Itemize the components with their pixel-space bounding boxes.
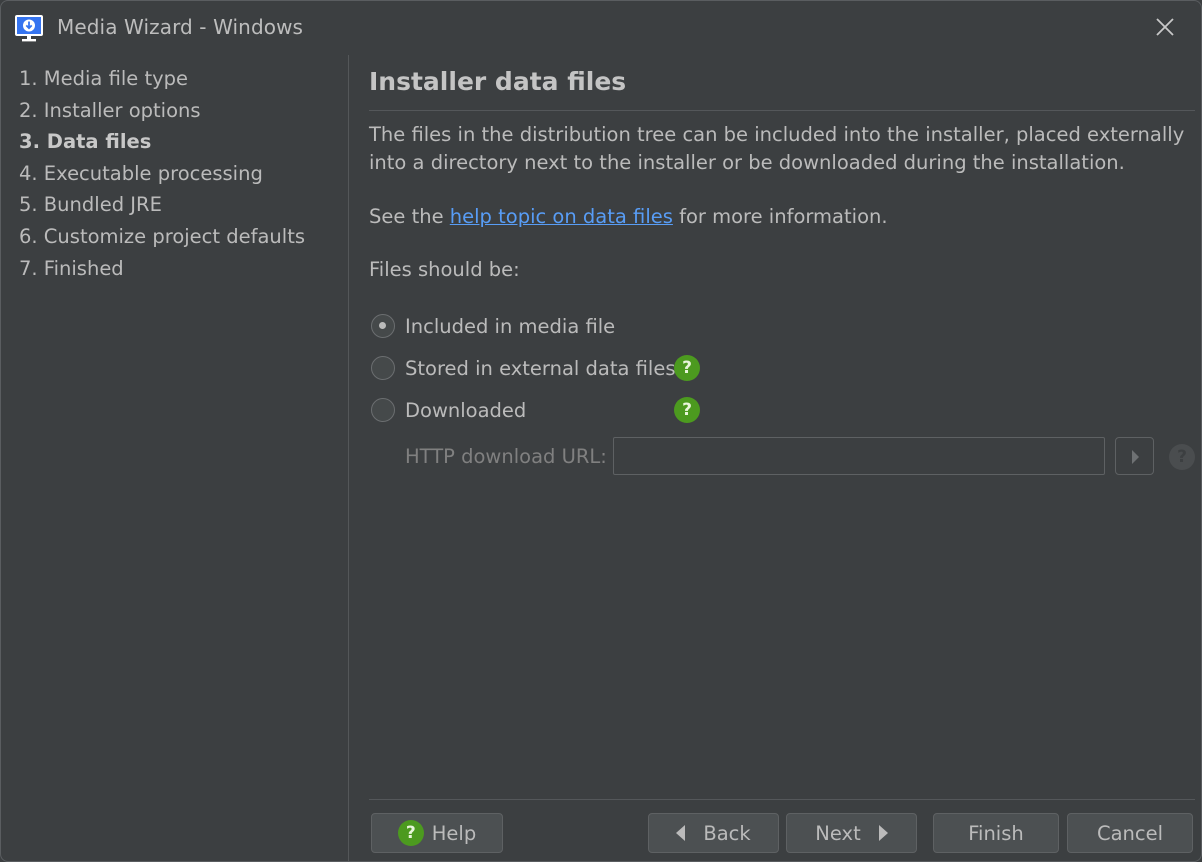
option-included-in-media-file[interactable]: Included in media file <box>371 311 615 341</box>
help-button-label: Help <box>431 821 477 845</box>
wizard-steps-list: 1. Media file type 2. Installer options … <box>19 63 339 284</box>
window-title: Media Wizard - Windows <box>57 15 304 39</box>
help-hint: See the help topic on data files for mor… <box>369 203 888 231</box>
step-executable-processing[interactable]: 4. Executable processing <box>19 158 339 190</box>
step-media-file-type[interactable]: 1. Media file type <box>19 63 339 95</box>
finish-button-label: Finish <box>968 821 1024 845</box>
step-bundled-jre[interactable]: 5. Bundled JRE <box>19 189 339 221</box>
step-installer-options[interactable]: 2. Installer options <box>19 95 339 127</box>
button-bar-divider <box>369 799 1195 800</box>
next-button-label: Next <box>815 821 861 845</box>
files-should-be-label: Files should be: <box>369 258 520 281</box>
radio-external[interactable] <box>371 356 395 380</box>
back-button-label: Back <box>703 821 751 845</box>
step-customize-project-defaults[interactable]: 6. Customize project defaults <box>19 221 339 253</box>
back-button[interactable]: Back <box>648 813 779 853</box>
triangle-left-icon <box>676 825 686 841</box>
page-title: Installer data files <box>369 67 627 96</box>
page-description: The files in the distribution tree can b… <box>369 123 1185 174</box>
question-circle-icon[interactable]: ? <box>674 355 700 381</box>
question-circle-icon[interactable]: ? <box>674 397 700 423</box>
question-circle-icon: ? <box>397 820 424 846</box>
cancel-button-label: Cancel <box>1096 821 1164 845</box>
step-data-files[interactable]: 3. Data files <box>19 126 339 158</box>
help-button[interactable]: ? Help <box>371 813 503 853</box>
radio-included-label: Included in media file <box>405 314 616 338</box>
help-hint-suffix: for more information. <box>672 205 888 228</box>
media-monitor-icon <box>15 15 43 42</box>
radio-downloaded[interactable] <box>371 398 395 422</box>
triangle-right-icon <box>878 825 888 841</box>
step-finished[interactable]: 7. Finished <box>19 253 339 285</box>
cancel-button[interactable]: Cancel <box>1067 813 1193 853</box>
help-topic-link[interactable]: help topic on data files <box>450 205 673 228</box>
next-button[interactable]: Next <box>786 813 917 853</box>
heading-divider <box>369 110 1195 111</box>
title-bar: Media Wizard - Windows <box>1 1 1201 55</box>
close-icon[interactable] <box>1147 11 1183 45</box>
finish-button[interactable]: Finish <box>933 813 1059 853</box>
download-url-input[interactable] <box>613 437 1105 475</box>
radio-downloaded-label: Downloaded <box>405 398 527 422</box>
media-wizard-window: Media Wizard - Windows 1. Media file typ… <box>0 0 1202 862</box>
help-hint-prefix: See the <box>369 205 450 228</box>
radio-external-label: Stored in external data files <box>405 356 676 380</box>
option-stored-external[interactable]: Stored in external data files <box>371 353 676 383</box>
question-circle-icon[interactable]: ? <box>1169 444 1195 470</box>
radio-included[interactable] <box>371 314 395 338</box>
sidebar-divider <box>348 55 349 861</box>
url-label: HTTP download URL: <box>405 445 607 468</box>
option-downloaded[interactable]: Downloaded <box>371 395 526 425</box>
url-browse-button[interactable] <box>1115 437 1154 475</box>
